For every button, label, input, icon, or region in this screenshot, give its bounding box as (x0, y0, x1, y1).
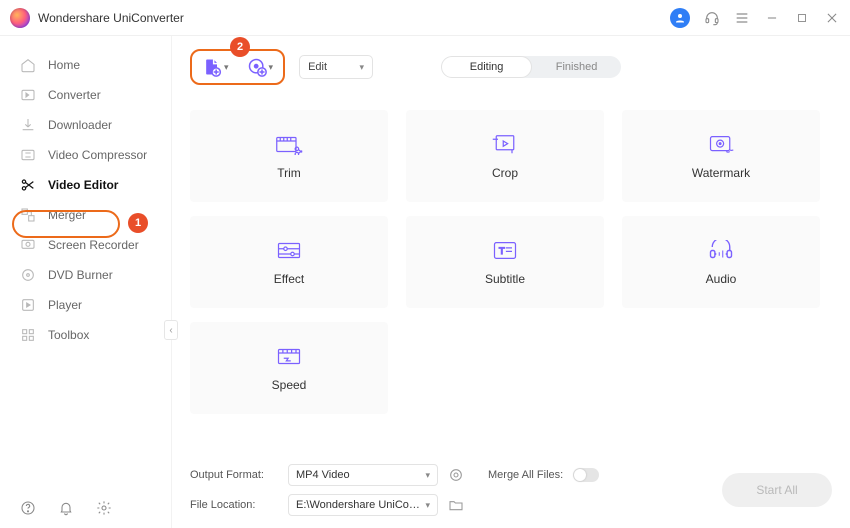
tab-label: Editing (470, 61, 504, 73)
maximize-button[interactable] (794, 10, 810, 26)
app-logo (10, 8, 30, 28)
record-icon (20, 237, 36, 253)
sidebar-item-dvd-burner[interactable]: DVD Burner (0, 260, 171, 290)
sidebar-item-compressor[interactable]: Video Compressor (0, 140, 171, 170)
bell-icon[interactable] (58, 500, 74, 516)
callout-badge-2: 2 (230, 37, 250, 57)
card-watermark[interactable]: Watermark (622, 110, 820, 202)
user-avatar[interactable] (670, 8, 690, 28)
edit-dropdown-label: Edit (308, 61, 327, 73)
audio-icon (707, 238, 735, 262)
chevron-down-icon: ▾ (224, 62, 229, 73)
card-label: Audio (706, 272, 737, 286)
compressor-icon (20, 147, 36, 163)
disc-icon (20, 267, 36, 283)
svg-text:T: T (499, 246, 505, 257)
help-icon[interactable] (20, 500, 36, 516)
grid-icon (20, 327, 36, 343)
sidebar-item-label: Home (48, 58, 80, 72)
main-panel: 2 ▾ ▾ Edit ▾ Editing Finished (172, 36, 850, 528)
sidebar-item-label: Video Editor (48, 178, 118, 192)
output-format-dropdown[interactable]: MP4 Video ▾ (288, 464, 438, 486)
card-label: Crop (492, 166, 518, 180)
cards-grid: Trim Crop Watermark Effect T Subtitle Au… (190, 88, 832, 456)
callout-badge-1: 1 (128, 213, 148, 233)
chevron-down-icon: ▾ (425, 500, 430, 511)
chevron-down-icon: ▾ (425, 470, 430, 481)
tab-label: Finished (556, 61, 598, 73)
file-location-dropdown[interactable]: E:\Wondershare UniConverter ▾ (288, 494, 438, 516)
sidebar-item-player[interactable]: Player (0, 290, 171, 320)
merge-toggle[interactable] (573, 468, 599, 482)
toolbar: 2 ▾ ▾ Edit ▾ Editing Finished (190, 46, 832, 88)
hamburger-menu-icon[interactable] (734, 10, 750, 26)
card-crop[interactable]: Crop (406, 110, 604, 202)
crop-icon (491, 132, 519, 156)
download-icon (20, 117, 36, 133)
converter-icon (20, 87, 36, 103)
sidebar-item-home[interactable]: Home (0, 50, 171, 80)
card-speed[interactable]: Speed (190, 322, 388, 414)
card-label: Speed (272, 378, 307, 392)
card-trim[interactable]: Trim (190, 110, 388, 202)
trim-icon (275, 132, 303, 156)
tab-editing[interactable]: Editing (441, 56, 532, 78)
sidebar-item-label: Player (48, 298, 82, 312)
headset-icon[interactable] (704, 10, 720, 26)
play-icon (20, 297, 36, 313)
chevron-down-icon: ▾ (360, 62, 365, 73)
scissors-icon (20, 177, 36, 193)
sidebar-item-converter[interactable]: Converter (0, 80, 171, 110)
bottom-bar: Output Format: MP4 Video ▾ Merge All Fil… (190, 456, 832, 528)
watermark-icon (707, 132, 735, 156)
title-bar: Wondershare UniConverter (0, 0, 850, 36)
sidebar-item-label: Downloader (48, 118, 112, 132)
subtitle-icon: T (491, 238, 519, 262)
output-format-label: Output Format: (190, 469, 278, 481)
dropdown-value: E:\Wondershare UniConverter (296, 499, 425, 511)
app-title: Wondershare UniConverter (38, 11, 670, 25)
sidebar-item-label: Merger (48, 208, 86, 222)
card-effect[interactable]: Effect (190, 216, 388, 308)
card-label: Subtitle (485, 272, 525, 286)
open-folder-icon[interactable] (448, 497, 464, 513)
start-all-button[interactable]: Start All (722, 473, 832, 507)
card-label: Watermark (692, 166, 750, 180)
sidebar-item-label: Converter (48, 88, 101, 102)
card-audio[interactable]: Audio (622, 216, 820, 308)
card-label: Trim (277, 166, 301, 180)
sidebar-item-video-editor[interactable]: Video Editor (0, 170, 171, 200)
dropdown-value: MP4 Video (296, 469, 350, 481)
minimize-button[interactable] (764, 10, 780, 26)
sidebar-item-label: Screen Recorder (48, 238, 139, 252)
close-button[interactable] (824, 10, 840, 26)
sidebar-item-screen-recorder[interactable]: Screen Recorder (0, 230, 171, 260)
file-location-label: File Location: (190, 499, 278, 511)
sidebar-item-downloader[interactable]: Downloader (0, 110, 171, 140)
sidebar: Home Converter Downloader Video Compress… (0, 36, 172, 528)
add-dvd-button[interactable]: ▾ (247, 57, 274, 77)
merger-icon (20, 207, 36, 223)
start-all-label: Start All (756, 483, 797, 497)
card-label: Effect (274, 272, 304, 286)
callout-outline-2: 2 ▾ ▾ (190, 49, 285, 85)
segmented-control: Editing Finished (441, 56, 621, 78)
sidebar-item-toolbox[interactable]: Toolbox (0, 320, 171, 350)
add-file-button[interactable]: ▾ (202, 57, 229, 77)
merge-label: Merge All Files: (488, 469, 563, 481)
sidebar-collapse-handle[interactable]: ‹ (164, 320, 178, 340)
card-subtitle[interactable]: T Subtitle (406, 216, 604, 308)
sidebar-item-label: Toolbox (48, 328, 89, 342)
edit-dropdown[interactable]: Edit ▾ (299, 55, 373, 79)
format-settings-icon[interactable] (448, 467, 464, 483)
speed-icon (275, 344, 303, 368)
sidebar-item-label: Video Compressor (48, 148, 147, 162)
tab-finished[interactable]: Finished (532, 56, 621, 78)
settings-icon[interactable] (96, 500, 112, 516)
home-icon (20, 57, 36, 73)
sidebar-item-label: DVD Burner (48, 268, 113, 282)
chevron-down-icon: ▾ (269, 62, 274, 73)
effect-icon (275, 238, 303, 262)
